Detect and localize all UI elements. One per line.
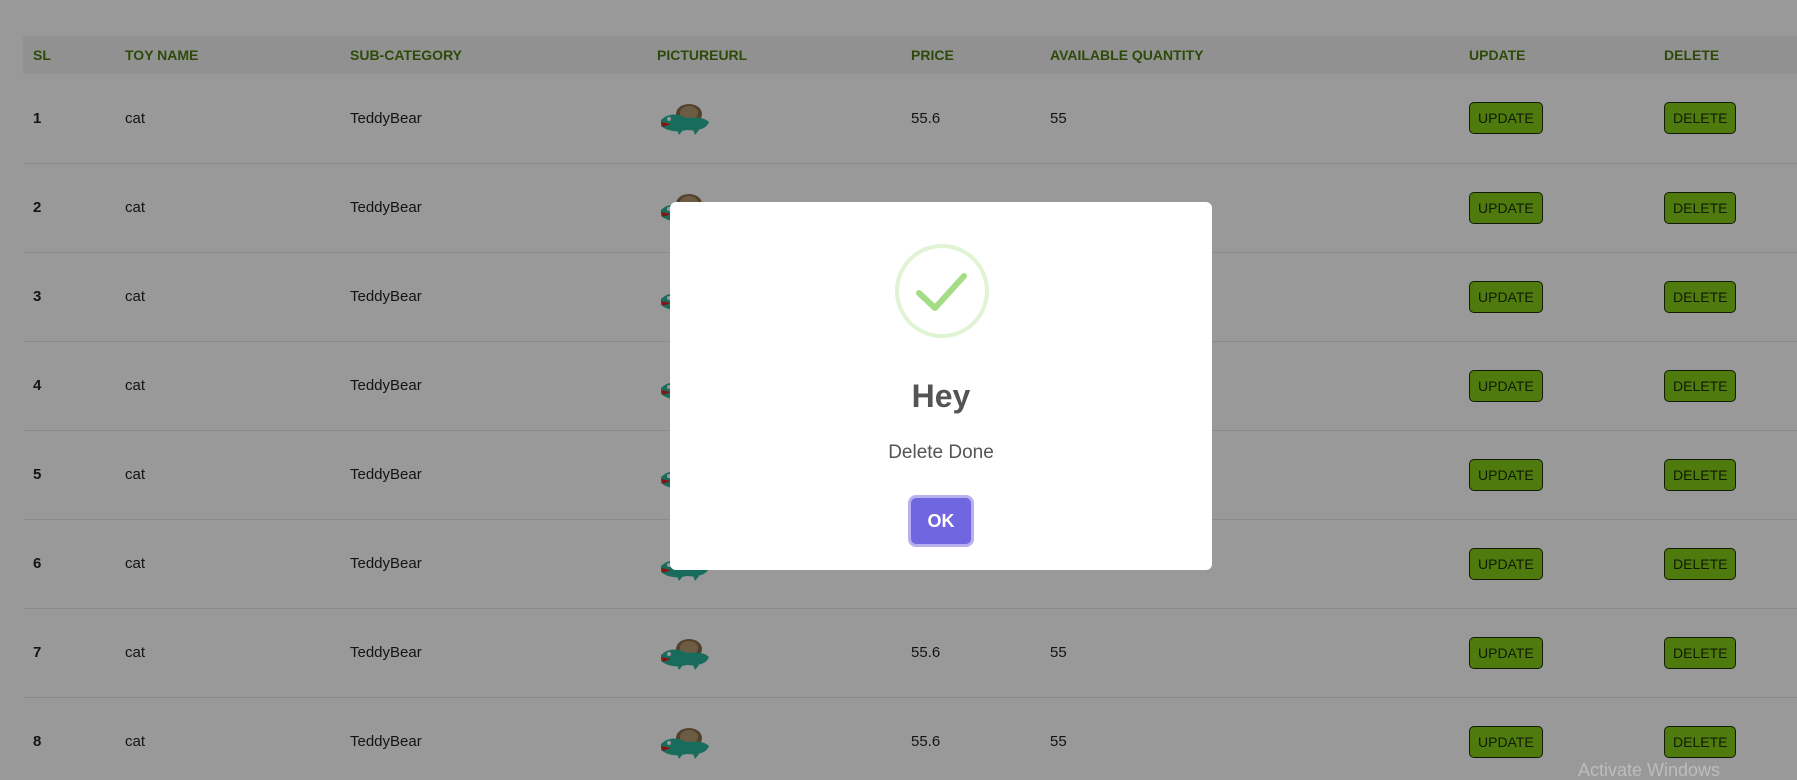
page: SL TOY NAME SUB-CATEGORY PICTUREURL PRIC… xyxy=(0,0,1797,780)
ok-button[interactable]: OK xyxy=(911,498,971,544)
success-check-icon xyxy=(895,244,989,338)
dialog-message: Delete Done xyxy=(888,442,994,463)
alert-dialog: Hey Delete Done OK xyxy=(670,202,1212,570)
dialog-title: Hey xyxy=(911,378,971,414)
os-watermark: Activate Windows xyxy=(1578,760,1721,780)
